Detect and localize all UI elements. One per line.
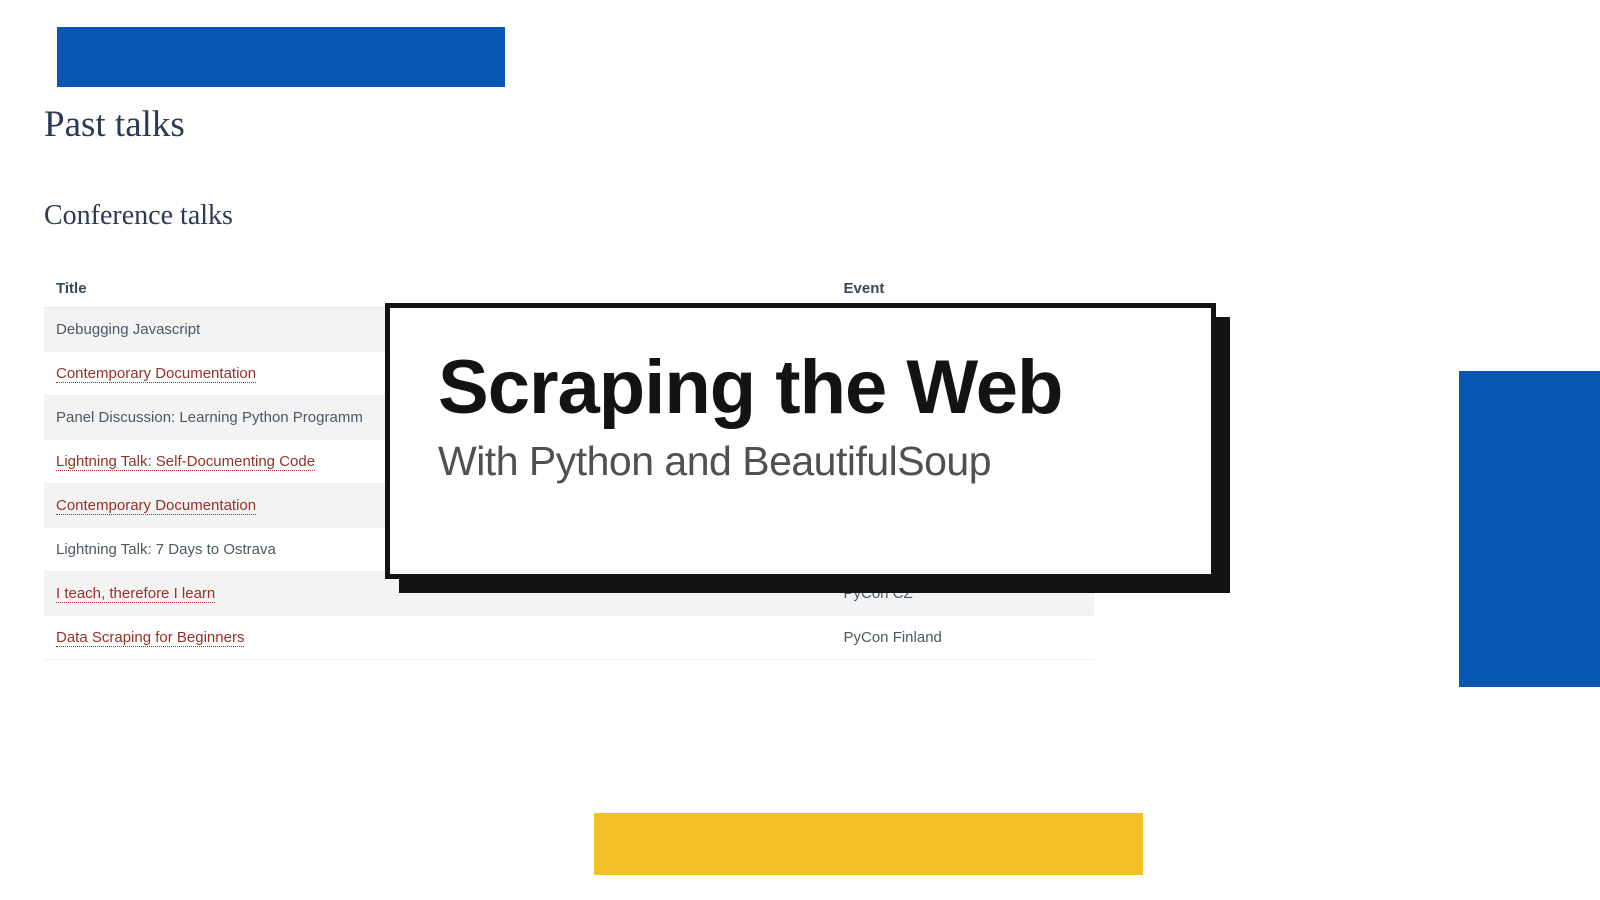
slide-subtitle: With Python and BeautifulSoup	[438, 438, 1163, 485]
decorative-blue-bar-right	[1459, 371, 1600, 687]
talk-title-link[interactable]: Contemporary Documentation	[56, 497, 256, 515]
talk-title-text: Debugging Javascript	[56, 321, 200, 338]
talk-event-cell: PyCon Finland	[832, 616, 1095, 660]
talk-title-link[interactable]: Lightning Talk: Self-Documenting Code	[56, 453, 315, 471]
talk-title-text: Panel Discussion: Learning Python Progra…	[56, 409, 363, 426]
slide-overlay-card: Scraping the Web With Python and Beautif…	[385, 303, 1216, 579]
talk-title-link[interactable]: Contemporary Documentation	[56, 365, 256, 383]
table-header-event: Event	[832, 270, 1095, 308]
table-header-title: Title	[44, 270, 832, 308]
slide-overlay-front: Scraping the Web With Python and Beautif…	[385, 303, 1216, 579]
table-row: Data Scraping for Beginners PyCon Finland	[44, 616, 1094, 660]
decorative-blue-bar-top	[57, 27, 505, 87]
page-title: Past talks	[44, 103, 1094, 146]
decorative-yellow-bar-bottom	[594, 813, 1143, 875]
talk-title-text: Lightning Talk: 7 Days to Ostrava	[56, 541, 276, 558]
talk-title-link[interactable]: I teach, therefore I learn	[56, 585, 215, 603]
talk-title-cell: Data Scraping for Beginners	[44, 616, 832, 660]
slide-title: Scraping the Web	[438, 348, 1163, 428]
talk-title-link[interactable]: Data Scraping for Beginners	[56, 629, 244, 647]
section-title: Conference talks	[44, 200, 1094, 232]
